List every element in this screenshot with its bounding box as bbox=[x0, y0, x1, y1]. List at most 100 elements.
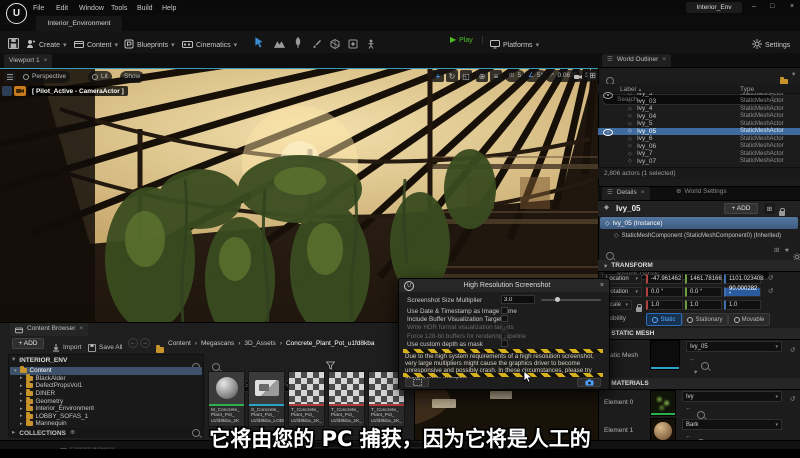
blueprints-button[interactable]: Blueprints ▾ bbox=[124, 36, 175, 54]
scale-y-field[interactable]: 1.0 bbox=[685, 300, 722, 310]
mesh-paint-icon[interactable] bbox=[312, 36, 322, 54]
component-row[interactable]: ◇ StaticMeshComponent (StaticMeshCompone… bbox=[598, 230, 800, 241]
tree-item[interactable]: ▸DefectPropsVol1 bbox=[10, 382, 202, 390]
checkbox[interactable] bbox=[501, 307, 508, 314]
take-screenshot-button[interactable] bbox=[577, 378, 601, 387]
rotate-tool-icon[interactable]: ↻ bbox=[446, 70, 458, 82]
viewport-tab[interactable]: Viewport 1 × bbox=[4, 54, 52, 68]
location-y-field[interactable]: 1461.78166 bbox=[685, 274, 722, 284]
dialog-option-row[interactable]: Write HDR format visualization targets bbox=[399, 323, 609, 331]
transform-section-header[interactable]: ▾ TRANSFORM bbox=[598, 260, 800, 272]
scale-lock-icon[interactable] bbox=[636, 299, 642, 317]
viewport-mode-icon[interactable] bbox=[2, 86, 12, 96]
fracture-mode-icon[interactable] bbox=[330, 36, 340, 54]
tree-item[interactable]: ▸Geometry bbox=[10, 397, 202, 405]
angle-snap-control[interactable]: ∠ 5° bbox=[524, 70, 547, 82]
outliner-tab[interactable]: ☰ World Outliner × bbox=[602, 54, 671, 67]
chevron-right-icon[interactable]: ▸ bbox=[20, 406, 23, 412]
sources-header[interactable]: ▾ INTERIOR_ENV bbox=[12, 357, 67, 364]
dialog-option-row[interactable]: Use custom depth as mask bbox=[399, 340, 609, 348]
foliage-mode-icon[interactable] bbox=[293, 35, 303, 53]
pilot-camera-icon[interactable] bbox=[14, 86, 26, 96]
grid-view-icon[interactable]: ⊞ bbox=[774, 248, 779, 255]
browse-icon[interactable]: ⊞ bbox=[764, 203, 775, 214]
outliner-row[interactable]: ◇Ivy_03StaticMeshActor bbox=[598, 98, 800, 106]
world-settings-tab[interactable]: ⊕ World Settings bbox=[676, 189, 727, 196]
settings-button[interactable]: Settings bbox=[752, 36, 790, 54]
play-button[interactable]: ▶ Play bbox=[450, 36, 473, 44]
mobility-stationary-button[interactable]: Stationary bbox=[682, 313, 728, 326]
close-icon[interactable]: × bbox=[600, 282, 604, 289]
breadcrumb-megascans[interactable]: Megascans bbox=[201, 340, 234, 347]
outliner-row[interactable]: ◇Ivy_04StaticMeshActor bbox=[598, 113, 800, 121]
menu-file[interactable]: File bbox=[33, 5, 44, 12]
static-mesh-thumbnail[interactable] bbox=[650, 340, 680, 370]
lit-dropdown[interactable]: Lit bbox=[88, 71, 112, 83]
content-button[interactable]: Content ▾ bbox=[74, 36, 118, 54]
minimize-icon[interactable]: – bbox=[752, 3, 756, 10]
close-icon[interactable]: × bbox=[79, 326, 83, 333]
content-browser-tab[interactable]: Content Browser × bbox=[10, 323, 88, 336]
location-x-field[interactable]: -47.961462 bbox=[646, 274, 683, 284]
use-selected-icon[interactable]: ← bbox=[689, 357, 696, 364]
favorites-star-icon[interactable]: ★ bbox=[784, 248, 790, 255]
close-icon[interactable]: × bbox=[44, 58, 48, 65]
cinematics-button[interactable]: Cinematics ▾ bbox=[182, 36, 237, 54]
tree-item[interactable]: ▸BlackAlder bbox=[10, 375, 202, 383]
grid-snap-control[interactable]: ⊞ 5 bbox=[505, 70, 525, 82]
menu-build[interactable]: Build bbox=[137, 5, 153, 12]
maximize-viewport-icon[interactable]: ⊞ bbox=[587, 70, 598, 81]
move-tool-icon[interactable]: + bbox=[432, 70, 444, 82]
asset-tile[interactable]: S_Concrete_Plant_Pot_u1fd8kba_LOD0 bbox=[248, 371, 285, 427]
expand-section-icon[interactable]: ▾ bbox=[694, 370, 697, 377]
dialog-title-bar[interactable]: U High Resolution Screenshot × bbox=[399, 279, 609, 292]
create-button[interactable]: Create ▾ bbox=[26, 36, 67, 54]
close-icon[interactable]: × bbox=[641, 190, 645, 197]
forward-icon[interactable]: → bbox=[140, 338, 150, 348]
dialog-option-row[interactable]: Include Buffer Visualization Targets bbox=[399, 315, 609, 323]
materials-section-header[interactable]: ▾ MATERIALS bbox=[598, 378, 800, 390]
world-space-icon[interactable]: ⊕ bbox=[476, 70, 488, 82]
multiplier-value-field[interactable] bbox=[501, 295, 535, 304]
surface-snap-icon[interactable]: ≡ bbox=[490, 70, 502, 82]
breadcrumb-current[interactable]: Concrete_Plant_Pot_u1fd8kba bbox=[286, 340, 375, 347]
show-dropdown[interactable]: Show bbox=[120, 71, 144, 83]
details-tab[interactable]: ☰ Details × bbox=[602, 187, 650, 200]
maximize-icon[interactable]: □ bbox=[770, 3, 774, 10]
select-mode-icon[interactable] bbox=[253, 35, 265, 53]
outliner-row[interactable]: ◇Ivy_06StaticMeshActor bbox=[598, 143, 800, 151]
tree-item[interactable]: ▸DINER bbox=[10, 390, 202, 398]
menu-help[interactable]: Help bbox=[162, 5, 176, 12]
breadcrumb-3d-assets[interactable]: 3D_Assets bbox=[244, 340, 275, 347]
brush-edit-icon[interactable] bbox=[348, 36, 358, 54]
level-tab[interactable]: Interior_Environment bbox=[36, 16, 122, 31]
reset-static-mesh-icon[interactable]: ↺ bbox=[790, 348, 795, 355]
rotation-z-field[interactable]: 90.000282 ° bbox=[724, 287, 761, 297]
close-icon[interactable]: × bbox=[790, 3, 794, 10]
tree-item[interactable]: ▸LOBBY_SOFAS_1 bbox=[10, 413, 202, 421]
outliner-search[interactable] bbox=[602, 70, 774, 81]
chevron-right-icon[interactable]: ▸ bbox=[20, 413, 23, 419]
location-z-field[interactable]: 1101.023408 bbox=[724, 274, 761, 284]
outliner-row[interactable]: ◇Ivy_07StaticMeshActor bbox=[598, 158, 800, 166]
static-mesh-section-header[interactable]: ▾ STATIC MESH bbox=[598, 328, 800, 340]
rotation-y-field[interactable]: 0.0 ° bbox=[685, 287, 722, 297]
checkbox[interactable] bbox=[501, 315, 508, 322]
outliner-row[interactable]: ◇Ivy_6StaticMeshActor bbox=[598, 135, 800, 143]
scale-tool-icon[interactable]: ◱ bbox=[460, 70, 472, 82]
capture-region-button[interactable] bbox=[405, 378, 429, 387]
mobility-static-button[interactable]: Static bbox=[646, 313, 682, 326]
multiplier-slider[interactable] bbox=[541, 299, 601, 301]
animation-mode-icon[interactable] bbox=[366, 36, 376, 54]
play-options-icon[interactable]: ⋮ bbox=[479, 37, 486, 44]
column-type[interactable]: Type bbox=[740, 86, 754, 93]
reset-location-icon[interactable]: ↺ bbox=[768, 276, 773, 283]
chevron-right-icon[interactable]: ▸ bbox=[20, 383, 23, 389]
chevron-right-icon[interactable]: ▸ bbox=[20, 375, 23, 381]
platforms-button[interactable]: Platforms ▾ bbox=[490, 36, 539, 54]
column-label[interactable]: Label ▲ bbox=[620, 86, 642, 93]
add-component-button[interactable]: + ADD bbox=[724, 203, 758, 214]
chevron-right-icon[interactable]: ▸ bbox=[20, 391, 23, 397]
chevron-down-icon[interactable]: ▾ bbox=[14, 368, 17, 374]
checkbox[interactable] bbox=[501, 340, 508, 347]
